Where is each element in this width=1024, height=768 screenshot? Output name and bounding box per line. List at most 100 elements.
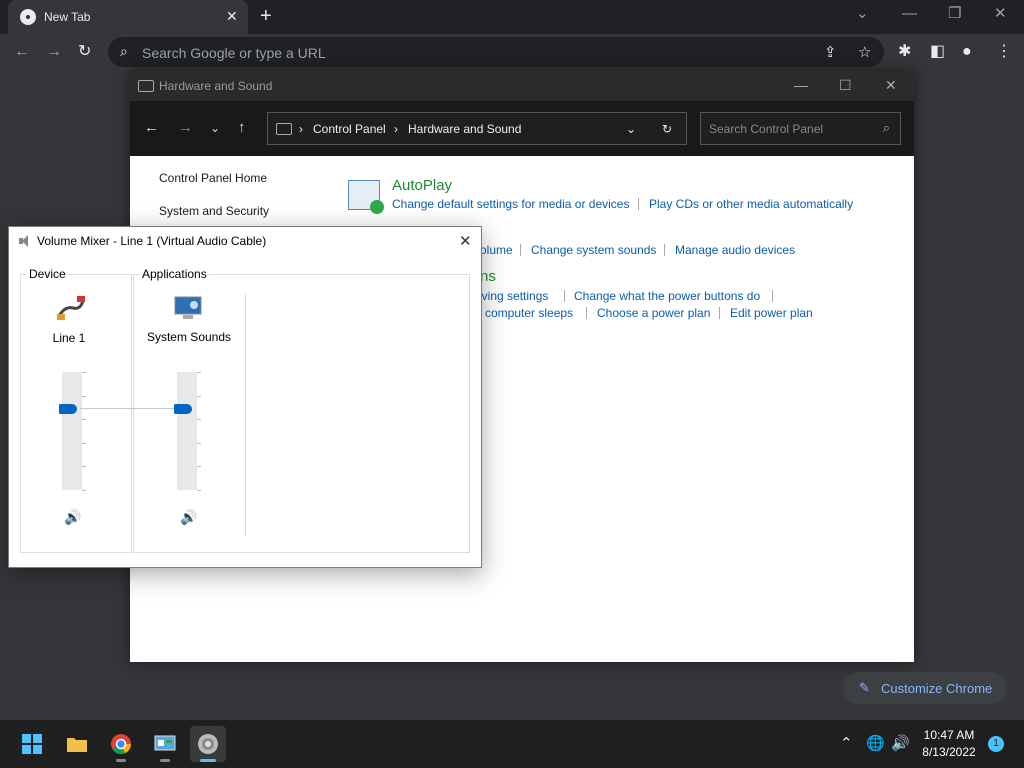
link-separator — [772, 290, 773, 302]
slider-tick — [82, 419, 86, 421]
control-panel-address-row: ← → ⌄ ↑ › Control Panel › Hardware and S… — [130, 101, 914, 156]
cp-back-icon[interactable]: ← — [144, 119, 159, 136]
slider-tick — [197, 466, 201, 468]
tab-search-icon[interactable]: ⌄ — [856, 4, 869, 24]
power-link-choose-power-plan[interactable]: Choose a power plan — [597, 306, 710, 320]
chrome-tab-bar: New Tab ✕ + ⌄ — ❐ ✕ — [0, 0, 1024, 34]
tab-close-icon[interactable]: ✕ — [226, 8, 238, 24]
minimize-button[interactable]: — — [902, 4, 917, 24]
address-dropdown-icon[interactable]: ⌄ — [626, 122, 636, 136]
extensions-icon[interactable]: ✱ — [898, 42, 911, 62]
slider-tick — [197, 395, 201, 397]
chrome-taskbar-button[interactable] — [103, 726, 139, 762]
network-icon[interactable]: 🌐 — [866, 734, 885, 752]
power-link-edit-power-plan[interactable]: Edit power plan — [730, 306, 813, 320]
sidebar-item-system-and-security[interactable]: System and Security — [159, 204, 269, 218]
cp-up-icon[interactable]: ↑ — [238, 119, 246, 136]
speaker-icon — [19, 235, 29, 247]
power-options-title[interactable]: ns — [480, 268, 496, 285]
speaker-app-icon — [198, 734, 218, 754]
tab-new-tab[interactable]: New Tab ✕ — [8, 0, 248, 34]
cp-forward-icon[interactable]: → — [178, 119, 193, 136]
applications-group-label: Applications — [140, 267, 209, 281]
system-sounds-icon[interactable] — [172, 294, 204, 322]
column-divider — [245, 294, 246, 536]
autoplay-title[interactable]: AutoPlay — [392, 177, 452, 194]
link-separator — [586, 307, 587, 319]
search-icon: ⌕ — [120, 43, 128, 59]
link-separator — [719, 307, 720, 319]
file-explorer-button[interactable] — [59, 726, 95, 762]
tab-title: New Tab — [44, 10, 91, 24]
app-volume-slider[interactable] — [177, 372, 197, 490]
audio-cable-icon[interactable] — [55, 294, 87, 322]
notification-badge[interactable]: 1 — [988, 736, 1004, 752]
restore-button[interactable]: ❐ — [948, 4, 961, 24]
start-button[interactable] — [14, 726, 50, 762]
breadcrumb-control-panel[interactable]: Control Panel — [313, 122, 386, 136]
app-volume-thumb[interactable] — [174, 404, 192, 415]
sound-link-change-system-sounds[interactable]: Change system sounds — [531, 243, 656, 257]
tray-overflow-chevron-icon[interactable]: ⌃ — [840, 734, 853, 752]
back-arrow-icon[interactable]: ← — [14, 42, 30, 62]
device-volume-slider[interactable] — [62, 372, 82, 490]
breadcrumb-separator-icon: › — [299, 122, 303, 136]
control-panel-titlebar[interactable]: Hardware and Sound — ☐ ✕ — [130, 71, 914, 101]
sound-link-volume[interactable]: olume — [480, 243, 513, 257]
active-indicator — [200, 759, 216, 762]
power-link-change-power-buttons[interactable]: Change what the power buttons do — [574, 289, 760, 303]
cp-search-input[interactable]: Search Control Panel ⌕ — [700, 112, 901, 145]
autoplay-link-default-settings[interactable]: Change default settings for media or dev… — [392, 197, 629, 211]
app-mute-speaker-icon[interactable]: 🔊 — [180, 509, 197, 526]
cp-minimize-button[interactable]: — — [794, 77, 808, 93]
search-icon: ⌕ — [882, 120, 890, 135]
volume-mixer-taskbar-button[interactable] — [190, 726, 226, 762]
new-tab-button[interactable]: + — [260, 6, 272, 26]
control-panel-icon — [138, 80, 154, 92]
control-panel-taskbar-button[interactable] — [147, 726, 183, 762]
slider-tick — [197, 442, 201, 444]
cp-close-button[interactable]: ✕ — [885, 77, 897, 94]
sidebar-item-control-panel-home[interactable]: Control Panel Home — [159, 171, 267, 185]
profile-icon[interactable]: ● — [962, 42, 972, 62]
close-button[interactable]: ✕ — [994, 4, 1007, 24]
slider-tick — [82, 372, 86, 373]
volume-icon[interactable]: 🔊 — [891, 734, 910, 752]
device-mute-speaker-icon[interactable]: 🔊 — [64, 509, 81, 526]
device-name: Line 1 — [52, 331, 86, 345]
clock-time[interactable]: 10:47 AM — [912, 728, 986, 742]
cp-maximize-button[interactable]: ☐ — [839, 77, 852, 94]
slider-tick — [197, 372, 201, 373]
customize-chrome-label: Customize Chrome — [881, 681, 993, 696]
pencil-icon: ✎ — [859, 680, 870, 695]
power-link-saving-settings[interactable]: aving settings — [475, 289, 548, 303]
running-indicator — [116, 759, 126, 762]
autoplay-link-play-cds[interactable]: Play CDs or other media automatically — [649, 197, 853, 211]
breadcrumb-hardware-and-sound[interactable]: Hardware and Sound — [408, 122, 521, 136]
refresh-icon[interactable]: ↻ — [662, 122, 672, 136]
cp-recent-chevron-icon[interactable]: ⌄ — [210, 121, 220, 135]
link-separator — [564, 290, 565, 302]
side-panel-icon[interactable]: ◧ — [930, 42, 945, 62]
app-name: System Sounds — [146, 330, 232, 344]
device-group-label: Device — [27, 267, 68, 281]
slider-tick — [82, 466, 86, 468]
slider-tick — [82, 490, 86, 491]
share-icon[interactable]: ⇪ — [824, 43, 837, 61]
omnibox-placeholder: Search Google or type a URL — [142, 45, 326, 61]
power-link-computer-sleeps[interactable]: e computer sleeps — [475, 306, 573, 320]
cp-address-bar[interactable]: › Control Panel › Hardware and Sound ⌄ ↻ — [267, 112, 687, 145]
device-volume-thumb[interactable] — [59, 404, 77, 415]
volume-link-line — [80, 408, 188, 409]
sound-link-manage-audio-devices[interactable]: Manage audio devices — [675, 243, 795, 257]
clock-date[interactable]: 8/13/2022 — [912, 745, 986, 759]
cp-search-placeholder: Search Control Panel — [709, 122, 824, 136]
control-panel-title: Hardware and Sound — [159, 79, 273, 93]
forward-arrow-icon[interactable]: → — [46, 42, 62, 62]
omnibox[interactable]: ⌕ Search Google or type a URL ⇪ ☆ — [108, 37, 884, 67]
bookmark-star-icon[interactable]: ☆ — [858, 43, 871, 61]
reload-icon[interactable]: ↻ — [78, 42, 91, 62]
customize-chrome-button[interactable]: ✎ Customize Chrome — [843, 672, 1007, 704]
volume-mixer-close-button[interactable]: ✕ — [459, 232, 472, 250]
menu-kebab-icon[interactable]: ⋮ — [996, 42, 1012, 62]
